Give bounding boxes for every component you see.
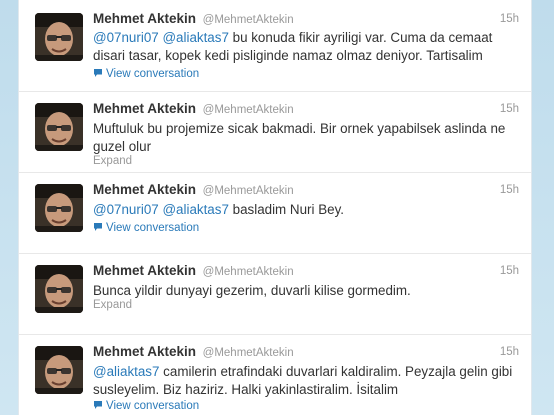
mention-link[interactable]: @07nuri07	[93, 202, 159, 217]
view-conversation-link[interactable]: View conversation	[93, 221, 199, 235]
tweet-header: Mehmet Aktekin @MehmetAktekin 15h	[93, 11, 519, 27]
tweet-timeline: Mehmet Aktekin @MehmetAktekin 15h @07nur…	[18, 0, 532, 415]
avatar[interactable]	[35, 13, 83, 61]
tweet-item[interactable]: Mehmet Aktekin @MehmetAktekin 15h @aliak…	[19, 335, 531, 415]
tweet-timestamp[interactable]: 15h	[500, 11, 519, 27]
user-handle[interactable]: @MehmetAktekin	[203, 185, 294, 197]
user-handle[interactable]: @MehmetAktekin	[203, 104, 294, 116]
tweet-header: Mehmet Aktekin @MehmetAktekin 15h	[93, 101, 519, 117]
avatar-photo-icon	[35, 103, 83, 151]
view-conversation-label: View conversation	[106, 68, 200, 80]
avatar-photo-icon	[35, 13, 83, 61]
user-handle[interactable]: @MehmetAktekin	[203, 347, 294, 359]
tweet-text: @07nuri07 @aliaktas7 bu konuda fikir ayr…	[93, 29, 519, 65]
tweet-text-segment: Muftuluk bu projemize sicak bakmadi. Bir…	[93, 121, 506, 154]
user-fullname[interactable]: Mehmet Aktekin	[93, 182, 196, 197]
avatar[interactable]	[35, 265, 83, 313]
avatar[interactable]	[35, 103, 83, 151]
tweet-text: Bunca yildir dunyayi gezerim, duvarli ki…	[93, 282, 519, 300]
mention-link[interactable]: @aliaktas7	[162, 30, 228, 45]
tweet-item[interactable]: Mehmet Aktekin @MehmetAktekin 15h Muftul…	[19, 92, 531, 173]
view-conversation-label: View conversation	[106, 222, 200, 234]
tweet-item[interactable]: Mehmet Aktekin @MehmetAktekin 15h @07nur…	[19, 173, 531, 254]
avatar-photo-icon	[35, 265, 83, 313]
tweet-timestamp[interactable]: 15h	[500, 263, 519, 279]
avatar-photo-icon	[35, 346, 83, 394]
tweet-header: Mehmet Aktekin @MehmetAktekin 15h	[93, 182, 519, 198]
tweet-text: @07nuri07 @aliaktas7 basladim Nuri Bey.	[93, 201, 519, 219]
tweet-text: @aliaktas7 camilerin etrafindaki duvarla…	[93, 363, 519, 399]
view-conversation-link[interactable]: View conversation	[93, 399, 199, 413]
expand-link[interactable]: Expand	[93, 298, 132, 312]
avatar[interactable]	[35, 346, 83, 394]
avatar-photo-icon	[35, 184, 83, 232]
tweet-item[interactable]: Mehmet Aktekin @MehmetAktekin 15h @07nur…	[19, 0, 531, 92]
tweet-text-segment: Bunca yildir dunyayi gezerim, duvarli ki…	[93, 283, 411, 298]
avatar[interactable]	[35, 184, 83, 232]
speech-bubble-icon	[94, 69, 102, 77]
expand-link[interactable]: Expand	[93, 154, 132, 168]
tweet-item[interactable]: Mehmet Aktekin @MehmetAktekin 15h Bunca …	[19, 254, 531, 335]
speech-bubble-icon	[94, 401, 102, 409]
tweet-header: Mehmet Aktekin @MehmetAktekin 15h	[93, 344, 519, 360]
view-conversation-label: View conversation	[106, 400, 200, 412]
user-fullname[interactable]: Mehmet Aktekin	[93, 344, 196, 359]
view-conversation-link[interactable]: View conversation	[93, 67, 199, 81]
tweet-header: Mehmet Aktekin @MehmetAktekin 15h	[93, 263, 519, 279]
user-fullname[interactable]: Mehmet Aktekin	[93, 101, 196, 116]
user-fullname[interactable]: Mehmet Aktekin	[93, 263, 196, 278]
user-handle[interactable]: @MehmetAktekin	[203, 14, 294, 26]
speech-bubble-icon	[94, 223, 102, 231]
tweet-timestamp[interactable]: 15h	[500, 344, 519, 360]
user-fullname[interactable]: Mehmet Aktekin	[93, 11, 196, 26]
mention-link[interactable]: @aliaktas7	[93, 364, 159, 379]
tweet-timestamp[interactable]: 15h	[500, 101, 519, 117]
mention-link[interactable]: @aliaktas7	[162, 202, 228, 217]
mention-link[interactable]: @07nuri07	[93, 30, 159, 45]
tweet-timestamp[interactable]: 15h	[500, 182, 519, 198]
user-handle[interactable]: @MehmetAktekin	[203, 266, 294, 278]
tweet-text-segment: basladim Nuri Bey.	[228, 202, 345, 217]
tweet-text: Muftuluk bu projemize sicak bakmadi. Bir…	[93, 120, 519, 156]
